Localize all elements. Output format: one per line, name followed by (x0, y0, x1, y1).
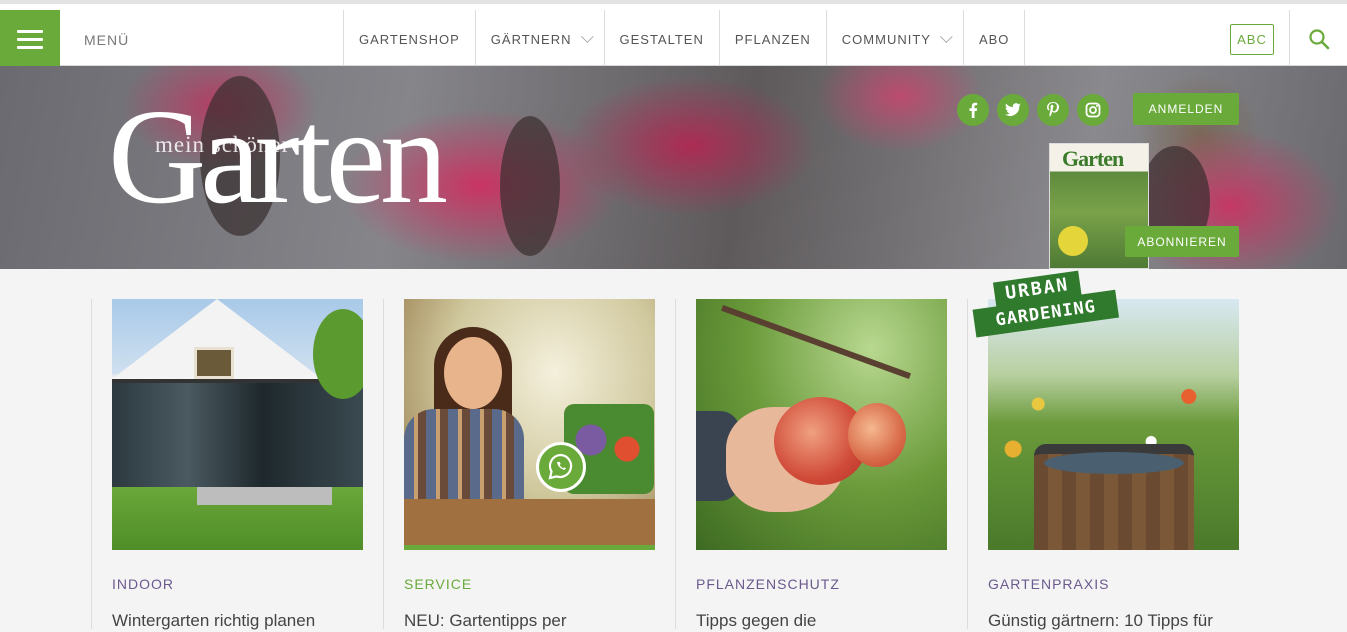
article-title[interactable]: Günstig gärtnern: 10 Tipps für (988, 610, 1239, 632)
nav-item-gartenshop[interactable]: GARTENSHOP (344, 10, 476, 68)
chevron-down-icon (939, 29, 953, 43)
conservatory-glass (112, 379, 363, 487)
article-card-indoor[interactable]: INDOOR Wintergarten richtig planen (112, 299, 363, 632)
login-button[interactable]: ANMELDEN (1133, 93, 1239, 125)
column-divider (383, 299, 384, 629)
barrel-water (1044, 452, 1184, 474)
path (197, 487, 332, 505)
search-button[interactable] (1289, 10, 1347, 68)
article-category[interactable]: SERVICE (404, 576, 655, 592)
magazine-title: Garten (1062, 146, 1124, 171)
nav-item-community[interactable]: COMMUNITY (827, 10, 964, 68)
article-image-house[interactable] (112, 299, 363, 550)
hamburger-icon-line (17, 29, 43, 33)
article-image-peach[interactable] (696, 299, 947, 550)
article-category[interactable]: GARTENPRAXIS (988, 576, 1239, 592)
article-title[interactable]: NEU: Gartentipps per (404, 610, 655, 632)
article-title[interactable]: Wintergarten richtig planen (112, 610, 363, 632)
menu-label[interactable]: MENÜ (84, 32, 129, 48)
woman-face (444, 337, 502, 409)
article-category[interactable]: INDOOR (112, 576, 363, 592)
instagram-icon[interactable] (1077, 94, 1109, 126)
nav-item-abo[interactable]: ABO (964, 10, 1026, 68)
column-divider (91, 299, 92, 629)
subscribe-button[interactable]: ABONNIEREN (1125, 226, 1239, 257)
hamburger-icon-line (17, 45, 43, 49)
chevron-down-icon (580, 29, 594, 43)
search-icon (1308, 29, 1329, 50)
wooden-table (404, 499, 655, 545)
twitter-icon[interactable] (997, 94, 1029, 126)
nav-item-gaertnern[interactable]: GÄRTNERN (476, 10, 605, 68)
abc-lexicon-button[interactable]: ABC (1230, 24, 1274, 55)
article-title[interactable]: Tipps gegen die (696, 610, 947, 632)
main-nav: GARTENSHOP GÄRTNERN GESTALTEN PFLANZEN C… (343, 10, 1026, 68)
nav-label: GARTENSHOP (359, 31, 460, 47)
facebook-icon[interactable] (957, 94, 989, 126)
whatsapp-icon (536, 442, 586, 492)
nav-item-gestalten[interactable]: GESTALTEN (605, 10, 720, 68)
nav-label: COMMUNITY (841, 31, 931, 47)
top-navigation: MENÜ GARTENSHOP GÄRTNERN GESTALTEN PFLAN… (0, 0, 1347, 68)
column-divider (967, 299, 968, 629)
peach (848, 403, 906, 467)
article-card-service[interactable]: SERVICE NEU: Gartentipps per (404, 299, 655, 632)
nav-label: GÄRTNERN (490, 31, 572, 47)
hero-branch (500, 116, 560, 256)
nav-item-pflanzen[interactable]: PFLANZEN (720, 10, 827, 68)
column-divider (675, 299, 676, 629)
nav-label: GESTALTEN (619, 31, 704, 47)
social-links (957, 94, 1109, 126)
article-image-woman[interactable] (404, 299, 655, 550)
hero-banner: Garten mein schöner ANMELDEN Garten ABON… (0, 66, 1347, 269)
article-category[interactable]: PFLANZENSCHUTZ (696, 576, 947, 592)
article-card-gartenpraxis[interactable]: GARTENPRAXIS Günstig gärtnern: 10 Tipps … (988, 299, 1239, 632)
hamburger-icon-line (17, 37, 43, 41)
nav-label: ABO (978, 31, 1010, 47)
article-image-rain-barrel[interactable] (988, 299, 1239, 550)
tree-branch (721, 304, 911, 380)
house-window (194, 347, 234, 379)
pinterest-icon[interactable] (1037, 94, 1069, 126)
hamburger-menu-button[interactable] (0, 10, 60, 68)
article-card-pflanzenschutz[interactable]: PFLANZENSCHUTZ Tipps gegen die (696, 299, 947, 632)
magazine-badge (1058, 226, 1088, 256)
nav-label: PFLANZEN (734, 31, 811, 47)
logo-subtitle: mein schöner (155, 132, 291, 157)
